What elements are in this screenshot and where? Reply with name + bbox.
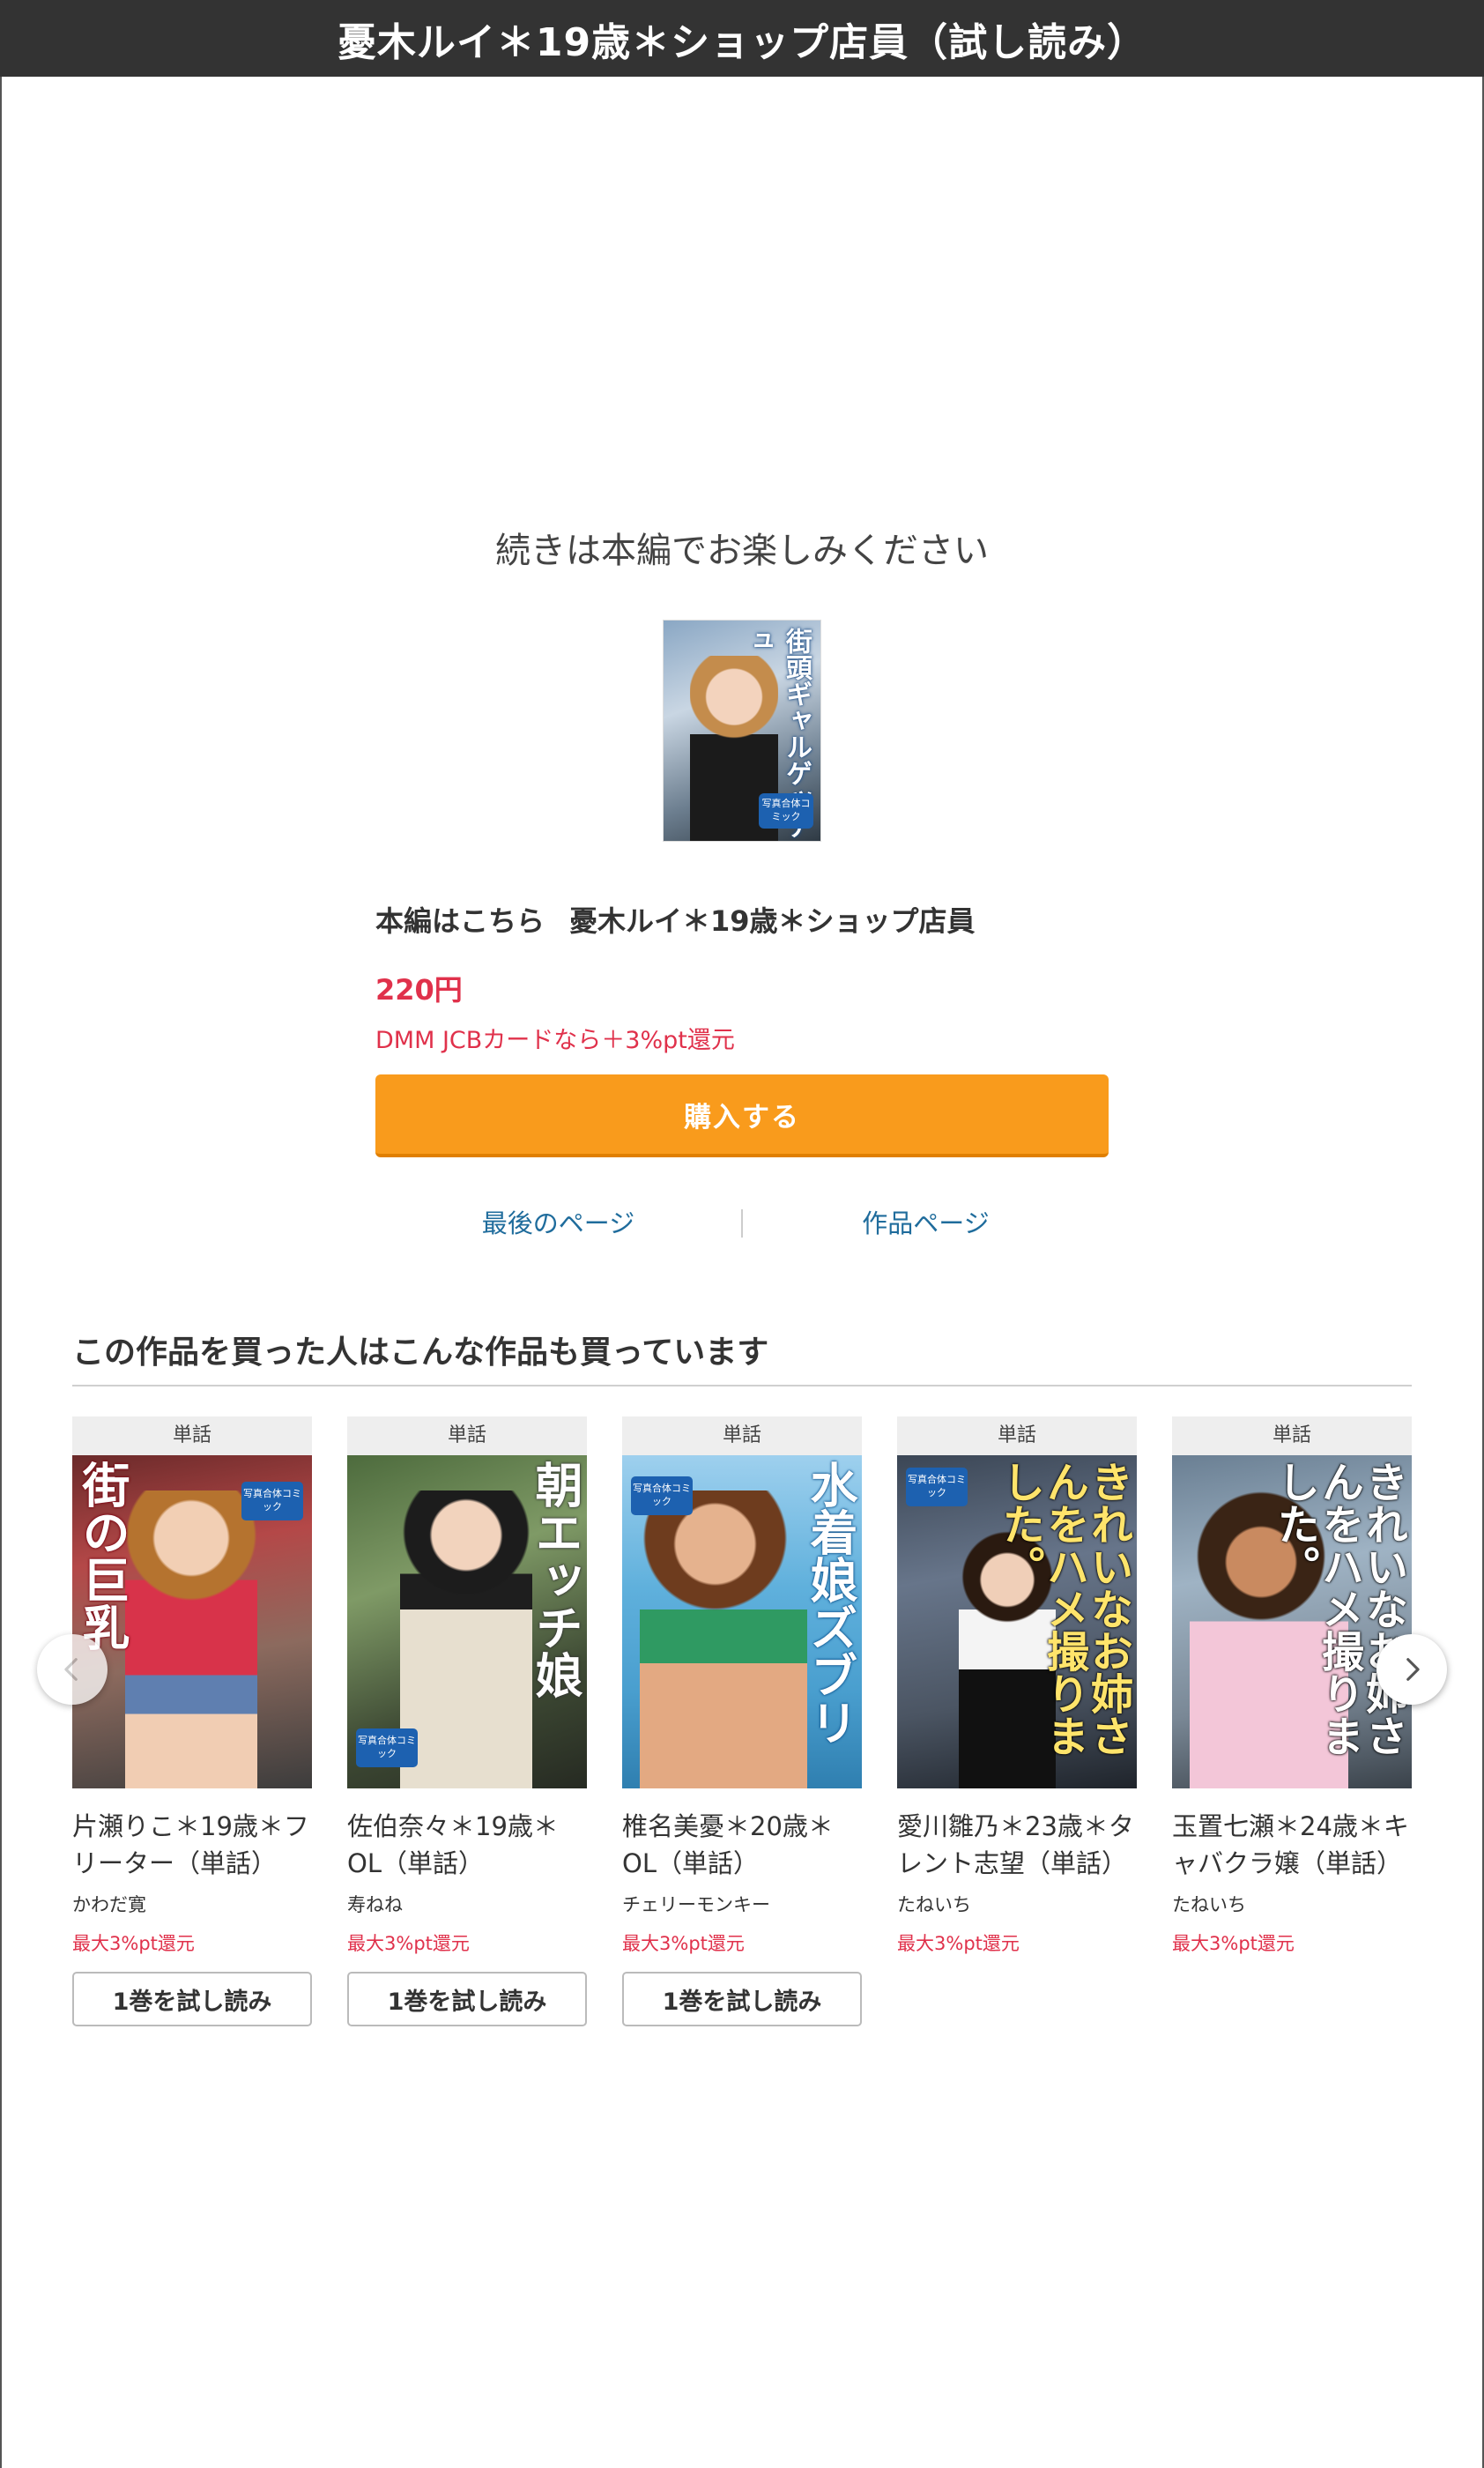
cover-badge: 写真合体コミック — [906, 1468, 968, 1506]
frame-border-left — [0, 77, 2, 2468]
card-cover-image[interactable]: 街の巨乳 写真合体コミック — [72, 1455, 312, 1788]
card-tag: 単話 — [897, 1416, 1137, 1455]
continue-message: 続きは本編でお楽しみください — [495, 531, 989, 571]
recommendations-divider — [72, 1385, 1412, 1386]
card-title[interactable]: 佐伯奈々＊19歳＊OL（単話） — [347, 1808, 587, 1882]
card-author[interactable]: かわだ寛 — [72, 1891, 312, 1917]
carousel-prev-button[interactable] — [37, 1634, 108, 1705]
main-point-note: DMM JCBカードなら＋3%pt還元 — [375, 1027, 735, 1054]
card-point-note: 最大3%pt還元 — [897, 1933, 1020, 1954]
main-price: 220円 — [375, 973, 463, 1007]
cover-title-text: きれいなお姉さんをハメ撮りました。 — [995, 1461, 1132, 1757]
recommendation-card: 単話 朝エッチ娘 写真合体コミック 佐伯奈々＊19歳＊OL（単話） 寿ねね 最大… — [347, 1416, 587, 2026]
cover-title-text: 水着娘ズブリ — [802, 1461, 858, 1746]
card-title[interactable]: 愛川雛乃＊23歳＊タレント志望（単話） — [897, 1808, 1137, 1882]
card-author[interactable]: たねいち — [1172, 1891, 1412, 1917]
last-page-link[interactable]: 最後のページ — [375, 1201, 741, 1245]
buy-button[interactable]: 購入する — [375, 1074, 1109, 1157]
main-title-prefix: 本編はこちら — [375, 904, 545, 938]
main-product-info: 本編はこちら 憂木ルイ＊19歳＊ショップ店員 220円 DMM JCBカードなら＋… — [375, 899, 1109, 1157]
card-author[interactable]: たねいち — [897, 1891, 1137, 1917]
page-links: 最後のページ 作品ページ — [375, 1201, 1109, 1245]
recommendations-heading: この作品を買った人はこんな作品も買っています — [72, 1334, 769, 1371]
cover-badge: 写真合体コミック — [631, 1476, 693, 1515]
chevron-left-icon — [64, 1658, 78, 1681]
card-cover-image[interactable]: きれいなお姉さんをハメ撮りました。 写真合体コミック — [897, 1455, 1137, 1788]
card-tag: 単話 — [347, 1416, 587, 1455]
cover-figure — [125, 1490, 257, 1788]
chevron-right-icon — [1406, 1658, 1420, 1681]
card-point-note: 最大3%pt還元 — [622, 1933, 745, 1954]
card-point-note: 最大3%pt還元 — [72, 1933, 195, 1954]
card-tag: 単話 — [622, 1416, 862, 1455]
card-title[interactable]: 椎名美憂＊20歳＊OL（単話） — [622, 1808, 862, 1882]
card-cover-image[interactable]: きれいなお姉さんをハメ撮りました。 — [1172, 1455, 1412, 1788]
cover-badge: 写真合体コミック — [241, 1482, 303, 1520]
trial-read-button[interactable]: 1巻を試し読み — [347, 1972, 587, 2026]
cover-figure — [640, 1490, 807, 1788]
recommendation-card: 単話 街の巨乳 写真合体コミック 片瀬りこ＊19歳＊フリーター（単話） かわだ寛… — [72, 1416, 312, 2026]
card-title[interactable]: 玉置七瀬＊24歳＊キャバクラ嬢（単話） — [1172, 1808, 1412, 1882]
main-product-title: 本編はこちら 憂木ルイ＊19歳＊ショップ店員 — [375, 899, 1109, 940]
recommendations-carousel: 単話 街の巨乳 写真合体コミック 片瀬りこ＊19歳＊フリーター（単話） かわだ寛… — [72, 1416, 1412, 2033]
card-tag: 単話 — [72, 1416, 312, 1455]
card-author[interactable]: 寿ねね — [347, 1891, 587, 1917]
cover-badge: 写真合体コミック — [356, 1728, 418, 1767]
cover-title-text: 朝エッチ娘 — [527, 1461, 583, 1699]
product-page-link[interactable]: 作品ページ — [743, 1201, 1109, 1245]
card-point-note: 最大3%pt還元 — [347, 1933, 470, 1954]
page-title: 憂木ルイ＊19歳＊ショップ店員（試し読み） — [0, 0, 1484, 77]
cover-title-text: きれいなお姉さんをハメ撮りました。 — [1270, 1461, 1407, 1757]
cover-figure — [400, 1490, 532, 1788]
recommendation-card: 単話 水着娘ズブリ 写真合体コミック 椎名美憂＊20歳＊OL（単話） チェリーモ… — [622, 1416, 862, 2026]
recommendation-card: 単話 きれいなお姉さんをハメ撮りました。 写真合体コミック 愛川雛乃＊23歳＊タ… — [897, 1416, 1137, 1956]
main-cover-image[interactable]: 街頭ギャルゲッチュ 写真合体コミック — [663, 620, 821, 842]
card-cover-image[interactable]: 水着娘ズブリ 写真合体コミック — [622, 1455, 862, 1788]
card-point-note: 最大3%pt還元 — [1172, 1933, 1295, 1954]
trial-read-button[interactable]: 1巻を試し読み — [72, 1972, 312, 2026]
card-title[interactable]: 片瀬りこ＊19歳＊フリーター（単話） — [72, 1808, 312, 1882]
main-title-text: 憂木ルイ＊19歳＊ショップ店員 — [569, 904, 976, 938]
card-tag: 単話 — [1172, 1416, 1412, 1455]
card-cover-image[interactable]: 朝エッチ娘 写真合体コミック — [347, 1455, 587, 1788]
recommendation-card: 単話 きれいなお姉さんをハメ撮りました。 玉置七瀬＊24歳＊キャバクラ嬢（単話）… — [1172, 1416, 1412, 1956]
carousel-next-button[interactable] — [1376, 1634, 1447, 1705]
trial-read-button[interactable]: 1巻を試し読み — [622, 1972, 862, 2026]
cover-badge: 写真合体コミック — [759, 793, 813, 829]
cover-title-text: 街の巨乳 — [74, 1461, 130, 1651]
card-author[interactable]: チェリーモンキー — [622, 1891, 862, 1917]
